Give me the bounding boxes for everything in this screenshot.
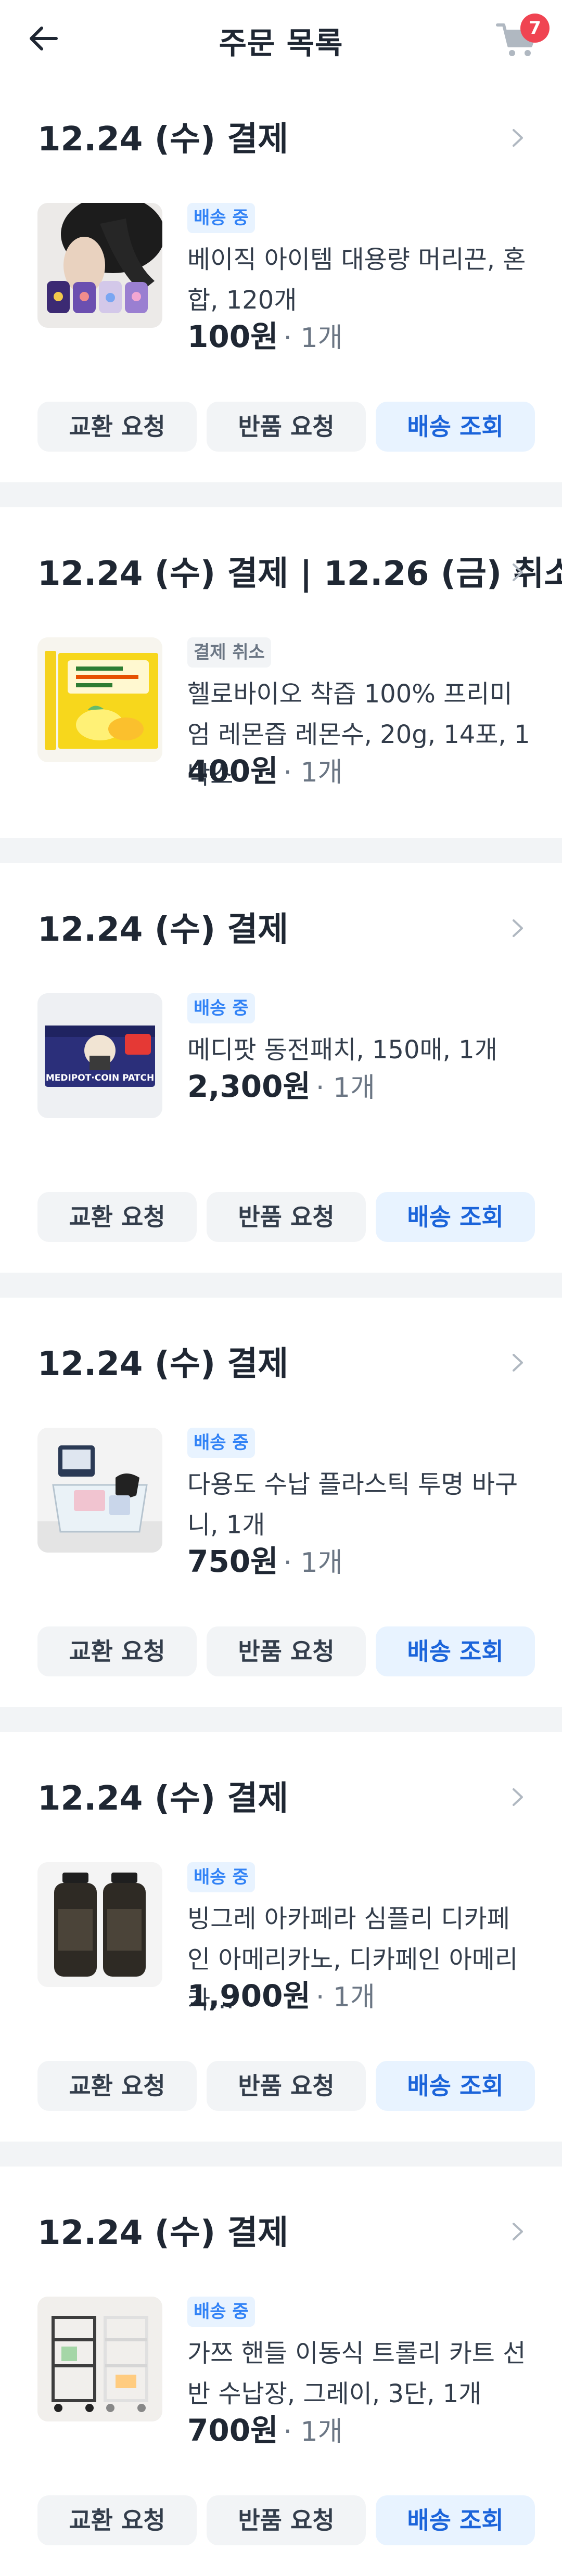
exchange-request-button[interactable]: 교환 요청	[37, 402, 197, 452]
status-badge: 배송 중	[187, 203, 255, 233]
order-actions: 교환 요청 반품 요청 배송 조회	[37, 2061, 535, 2111]
product-price: 2,300원	[187, 1069, 311, 1104]
order-date: 12.24 (수) 결제	[37, 120, 289, 159]
storage-basket-photo	[37, 1428, 162, 1553]
chevron-right-icon[interactable]	[507, 2219, 528, 2245]
product-price: 700원	[187, 2413, 278, 2448]
track-delivery-button[interactable]: 배송 조회	[376, 2061, 535, 2111]
track-delivery-button[interactable]: 배송 조회	[376, 402, 535, 452]
chevron-right-icon[interactable]	[507, 915, 528, 941]
status-badge: 배송 중	[187, 993, 255, 1023]
order-date: 12.24 (수) 결제 | 12.26 (금) 취소	[37, 555, 562, 593]
chevron-right-icon[interactable]	[507, 559, 528, 585]
product-thumbnail[interactable]	[37, 2297, 162, 2421]
order-actions: 교환 요청 반품 요청 배송 조회	[37, 1626, 535, 1676]
track-delivery-button[interactable]: 배송 조회	[376, 1192, 535, 1242]
order-date: 12.24 (수) 결제	[37, 2214, 289, 2252]
product-quantity: · 1개	[315, 1982, 375, 2013]
return-request-button[interactable]: 반품 요청	[207, 1192, 366, 1242]
status-badge: 배송 중	[187, 1862, 255, 1892]
product-quantity: · 1개	[283, 1547, 343, 1579]
product-thumbnail[interactable]	[37, 637, 162, 762]
section-divider	[0, 482, 562, 507]
track-delivery-button[interactable]: 배송 조회	[376, 2495, 535, 2545]
product-name[interactable]: 가쯔 핸들 이동식 트롤리 카트 선반 수납장, 그레이, 3단, 1개	[187, 2333, 531, 2414]
product-thumbnail[interactable]: MEDIPOT·COIN PATCH	[37, 993, 162, 1118]
price-line: 750원 · 1개	[187, 1546, 342, 1577]
return-request-button[interactable]: 반품 요청	[207, 402, 366, 452]
product-quantity: · 1개	[283, 757, 343, 788]
order-card[interactable]: 12.24 (수) 결제 배송 중 다용도 수납 플라스틱 투명 바구니, 1개…	[0, 1298, 562, 1707]
order-card[interactable]: 12.24 (수) 결제 배송 중 가쯔 핸들 이동식 트롤리 카트 선반 수납…	[0, 2167, 562, 2576]
section-divider	[0, 838, 562, 863]
order-date: 12.24 (수) 결제	[37, 1779, 289, 1818]
product-quantity: · 1개	[315, 1072, 375, 1104]
exchange-request-button[interactable]: 교환 요청	[37, 2495, 197, 2545]
order-actions: 교환 요청 반품 요청 배송 조회	[37, 1192, 535, 1242]
order-card[interactable]: 12.24 (수) 결제 | 12.26 (금) 취소 결제 취소 헬로바이오 …	[0, 507, 562, 838]
exchange-request-button[interactable]: 교환 요청	[37, 1626, 197, 1676]
return-request-button[interactable]: 반품 요청	[207, 1626, 366, 1676]
exchange-request-button[interactable]: 교환 요청	[37, 1192, 197, 1242]
chevron-right-icon[interactable]	[507, 125, 528, 151]
coin-patch-photo: MEDIPOT·COIN PATCH	[37, 993, 162, 1118]
product-thumbnail[interactable]	[37, 1428, 162, 1553]
track-delivery-button[interactable]: 배송 조회	[376, 1626, 535, 1676]
order-date: 12.24 (수) 결제	[37, 1345, 289, 1383]
coffee-bottles-photo	[37, 1862, 162, 1987]
return-request-button[interactable]: 반품 요청	[207, 2495, 366, 2545]
product-quantity: · 1개	[283, 323, 343, 354]
section-divider	[0, 1273, 562, 1298]
price-line: 700원 · 1개	[187, 2415, 342, 2445]
cart-count-badge: 7	[520, 14, 550, 43]
price-line: 100원 · 1개	[187, 322, 342, 352]
price-line: 2,300원 · 1개	[187, 1071, 375, 1101]
product-price: 750원	[187, 1544, 278, 1579]
trolley-cart-photo	[37, 2297, 162, 2421]
lemon-juice-box-photo	[37, 637, 162, 762]
status-badge: 배송 중	[187, 2297, 255, 2327]
section-divider	[0, 2142, 562, 2167]
product-thumbnail[interactable]	[37, 1862, 162, 1987]
return-request-button[interactable]: 반품 요청	[207, 2061, 366, 2111]
product-price: 400원	[187, 753, 278, 789]
product-price: 100원	[187, 319, 278, 354]
chevron-right-icon[interactable]	[507, 1350, 528, 1376]
order-date: 12.24 (수) 결제	[37, 911, 289, 949]
order-actions: 교환 요청 반품 요청 배송 조회	[37, 2495, 535, 2545]
order-card[interactable]: 12.24 (수) 결제 MEDIPOT·COIN PATCH 배송 중 메디팟…	[0, 863, 562, 1273]
hair-ties-photo	[37, 203, 162, 328]
order-card[interactable]: 12.24 (수) 결제 배송 중 빙그레 아카페라 심플리 디카페인 아메리카…	[0, 1732, 562, 2142]
order-list: 12.24 (수) 결제 배송 중 베이직 아이템 대용량 머리끈, 혼합, 1…	[0, 73, 562, 2576]
exchange-request-button[interactable]: 교환 요청	[37, 2061, 197, 2111]
status-badge: 배송 중	[187, 1428, 255, 1458]
product-name[interactable]: 베이직 아이템 대용량 머리끈, 혼합, 120개	[187, 239, 531, 321]
product-price: 1,900원	[187, 1978, 311, 2014]
product-name[interactable]: 다용도 수납 플라스틱 투명 바구니, 1개	[187, 1464, 531, 1545]
chevron-right-icon[interactable]	[507, 1784, 528, 1810]
order-actions: 교환 요청 반품 요청 배송 조회	[37, 402, 535, 452]
product-quantity: · 1개	[283, 2416, 343, 2447]
section-divider	[0, 1707, 562, 1732]
page-title: 주문 목록	[219, 25, 343, 61]
product-name[interactable]: 메디팟 동전패치, 150매, 1개	[187, 1030, 531, 1070]
status-badge: 결제 취소	[187, 637, 271, 668]
order-card[interactable]: 12.24 (수) 결제 배송 중 베이직 아이템 대용량 머리끈, 혼합, 1…	[0, 73, 562, 482]
svg-text:MEDIPOT·COIN PATCH: MEDIPOT·COIN PATCH	[46, 1073, 154, 1083]
price-line: 400원 · 1개	[187, 756, 342, 786]
app-header: 주문 목록 7	[0, 0, 562, 73]
product-thumbnail[interactable]	[37, 203, 162, 328]
price-line: 1,900원 · 1개	[187, 1981, 375, 2011]
